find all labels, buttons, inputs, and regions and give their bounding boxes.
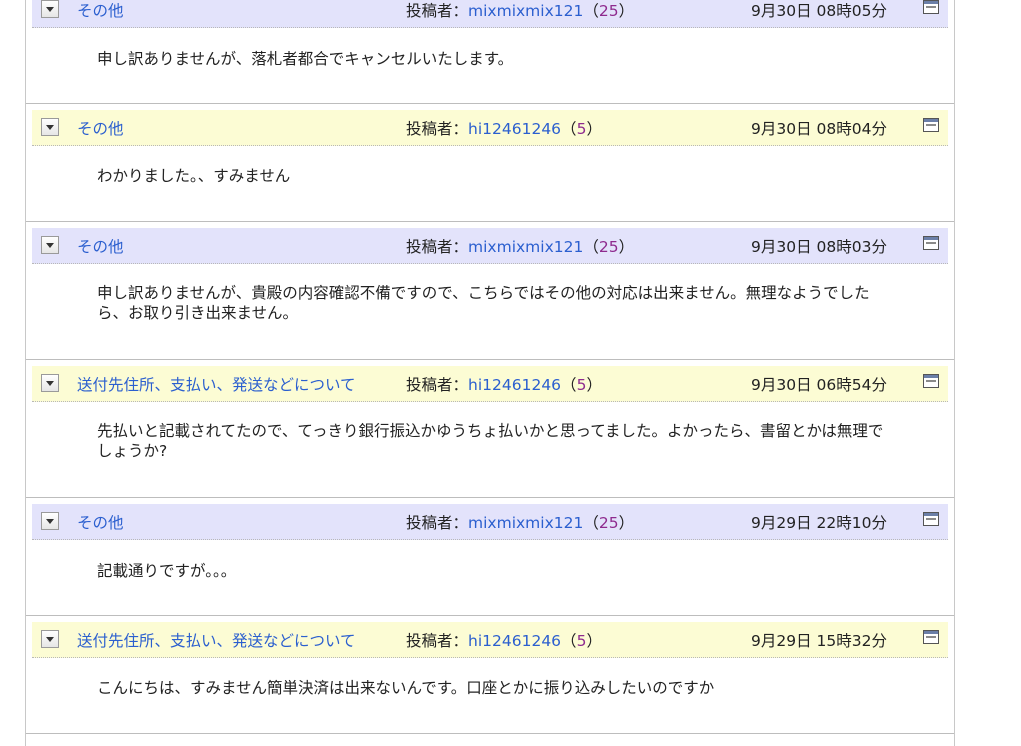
poster-username[interactable]: mixmixmix121 — [468, 514, 583, 532]
message-body: 申し訳ありませんが、貴殿の内容確認不備ですので、こちらではその他の対応は出来ませ… — [97, 284, 870, 322]
dropdown-toggle-icon[interactable] — [41, 118, 59, 136]
window-icon[interactable] — [923, 630, 939, 644]
message-header: その他 投稿者：hi12461246（5） 9月30日 08時04分 — [32, 110, 948, 146]
window-icon[interactable] — [923, 0, 939, 14]
poster-rating[interactable]: 5 — [577, 376, 587, 394]
dropdown-toggle-icon[interactable] — [41, 630, 59, 648]
message-header: その他 投稿者：mixmixmix121（25） 9月30日 08時05分 — [32, 0, 948, 28]
category-link[interactable]: 送付先住所、支払い、発送などについて — [77, 373, 356, 395]
poster-label: 投稿者： — [406, 514, 469, 532]
post-date: 9月30日 08時03分 — [751, 238, 887, 256]
poster-info: 投稿者：hi12461246（5） — [406, 376, 602, 394]
poster-label: 投稿者： — [406, 632, 469, 650]
message-header: その他 投稿者：mixmixmix121（25） 9月29日 22時10分 — [32, 504, 948, 540]
poster-rating[interactable]: 5 — [577, 632, 587, 650]
poster-username[interactable]: hi12461246 — [468, 376, 561, 394]
post-date: 9月30日 08時04分 — [751, 120, 887, 138]
post-date: 9月30日 06時54分 — [751, 376, 887, 394]
window-icon[interactable] — [923, 118, 939, 132]
message-item: その他 投稿者：mixmixmix121（25） 9月30日 08時03分 申し… — [26, 228, 954, 360]
post-date: 9月30日 08時05分 — [751, 2, 887, 20]
poster-label: 投稿者： — [406, 376, 469, 394]
message-body: わかりました。、すみません — [97, 167, 291, 185]
poster-label: 投稿者： — [406, 238, 469, 256]
poster-username[interactable]: hi12461246 — [468, 632, 561, 650]
poster-username[interactable]: mixmixmix121 — [468, 238, 583, 256]
dropdown-toggle-icon[interactable] — [41, 374, 59, 392]
message-header: その他 投稿者：mixmixmix121（25） 9月30日 08時03分 — [32, 228, 948, 264]
window-icon[interactable] — [923, 512, 939, 526]
category-link[interactable]: 送付先住所、支払い、発送などについて — [77, 629, 356, 651]
message-item: その他 投稿者：hi12461246（5） 9月30日 08時04分 わかりまし… — [26, 110, 954, 222]
category-link[interactable]: その他 — [77, 235, 124, 257]
message-header: 送付先住所、支払い、発送などについて 投稿者：hi12461246（5） 9月3… — [32, 366, 948, 402]
message-body: 記載通りですが。。。 — [97, 562, 237, 580]
category-link[interactable]: その他 — [77, 0, 124, 21]
message-item: 送付先住所、支払い、発送などについて 投稿者：hi12461246（5） 9月3… — [26, 366, 954, 498]
message-body: 先払いと記載されてたので、てっきり銀行振込かゆうちょ払いかと思ってました。よかっ… — [97, 422, 884, 460]
dropdown-toggle-icon[interactable] — [41, 512, 59, 530]
poster-info: 投稿者：mixmixmix121（25） — [406, 238, 635, 256]
poster-username[interactable]: mixmixmix121 — [468, 2, 583, 20]
dropdown-toggle-icon[interactable] — [41, 236, 59, 254]
dropdown-toggle-icon[interactable] — [41, 0, 59, 18]
category-link[interactable]: その他 — [77, 117, 124, 139]
poster-label: 投稿者： — [406, 120, 469, 138]
message-item: 送付先住所、支払い、発送などについて 投稿者：hi12461246（5） 9月2… — [26, 622, 954, 734]
message-header: 送付先住所、支払い、発送などについて 投稿者：hi12461246（5） 9月2… — [32, 622, 948, 658]
poster-rating[interactable]: 5 — [577, 120, 587, 138]
poster-info: 投稿者：hi12461246（5） — [406, 120, 602, 138]
message-body: 申し訳ありませんが、落札者都合でキャンセルいたします。 — [97, 50, 514, 68]
poster-username[interactable]: hi12461246 — [468, 120, 561, 138]
poster-rating[interactable]: 25 — [599, 2, 619, 20]
message-item: その他 投稿者：mixmixmix121（25） 9月29日 22時10分 記載… — [26, 504, 954, 616]
poster-label: 投稿者： — [406, 2, 469, 20]
post-date: 9月29日 22時10分 — [751, 514, 887, 532]
poster-rating[interactable]: 25 — [599, 514, 619, 532]
message-board: その他 投稿者：mixmixmix121（25） 9月30日 08時05分 申し… — [25, 0, 955, 746]
post-date: 9月29日 15時32分 — [751, 632, 887, 650]
poster-info: 投稿者：mixmixmix121（25） — [406, 514, 635, 532]
message-item: その他 投稿者：mixmixmix121（25） 9月30日 08時05分 申し… — [26, 0, 954, 104]
window-icon[interactable] — [923, 374, 939, 388]
poster-info: 投稿者：mixmixmix121（25） — [406, 2, 635, 20]
poster-info: 投稿者：hi12461246（5） — [406, 632, 602, 650]
category-link[interactable]: その他 — [77, 511, 124, 533]
message-body: こんにちは、すみません簡単決済は出来ないんです。口座とかに振り込みしたいのですか — [97, 679, 715, 697]
poster-rating[interactable]: 25 — [599, 238, 619, 256]
window-icon[interactable] — [923, 236, 939, 250]
